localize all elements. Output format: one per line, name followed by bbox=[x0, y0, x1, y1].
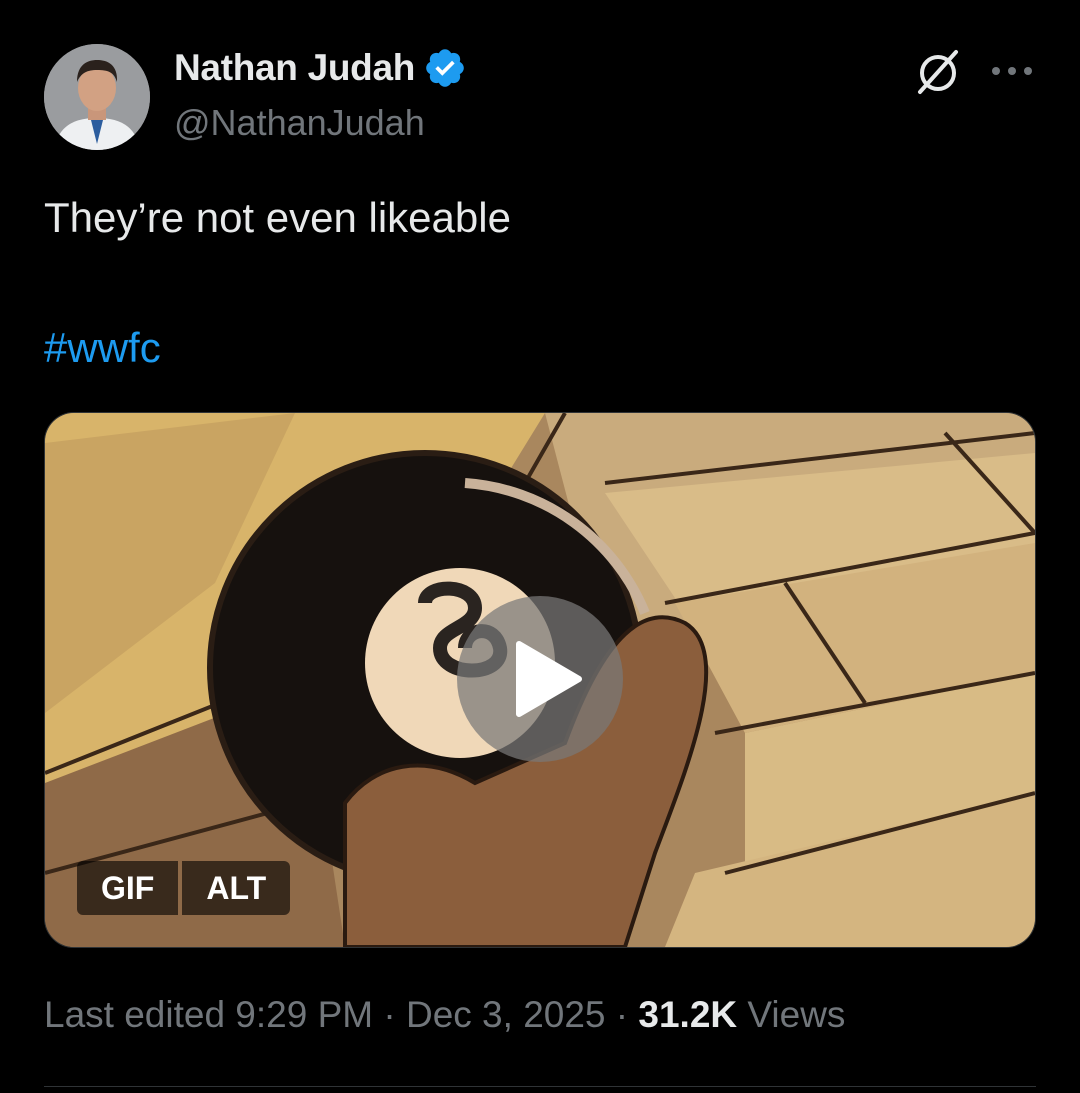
views-count: 31.2K bbox=[638, 994, 738, 1035]
verified-badge-icon[interactable] bbox=[423, 46, 467, 90]
hashtag-link[interactable]: #wwfc bbox=[44, 324, 161, 372]
play-icon bbox=[516, 641, 582, 717]
author-avatar[interactable] bbox=[44, 44, 150, 150]
tweet-metadata: Last edited 9:29 PM · Dec 3, 2025 · 31.2… bbox=[44, 994, 845, 1036]
more-options-icon[interactable] bbox=[990, 54, 1034, 88]
author-handle[interactable]: @NathanJudah bbox=[174, 102, 425, 144]
author-name[interactable]: Nathan Judah bbox=[174, 47, 415, 89]
alt-text-badge[interactable]: ALT bbox=[182, 861, 291, 915]
edited-timestamp[interactable]: Last edited 9:29 PM · Dec 3, 2025 · bbox=[44, 994, 638, 1035]
media-badges: GIF ALT bbox=[77, 861, 291, 915]
divider bbox=[44, 1086, 1036, 1087]
author-name-row: Nathan Judah bbox=[174, 46, 467, 90]
tweet-text: They’re not even likeable bbox=[44, 194, 511, 241]
avatar-photo bbox=[44, 44, 150, 150]
grok-icon[interactable] bbox=[912, 46, 964, 98]
gif-badge: GIF bbox=[77, 861, 179, 915]
play-button[interactable] bbox=[457, 596, 623, 762]
views-label: Views bbox=[737, 994, 846, 1035]
